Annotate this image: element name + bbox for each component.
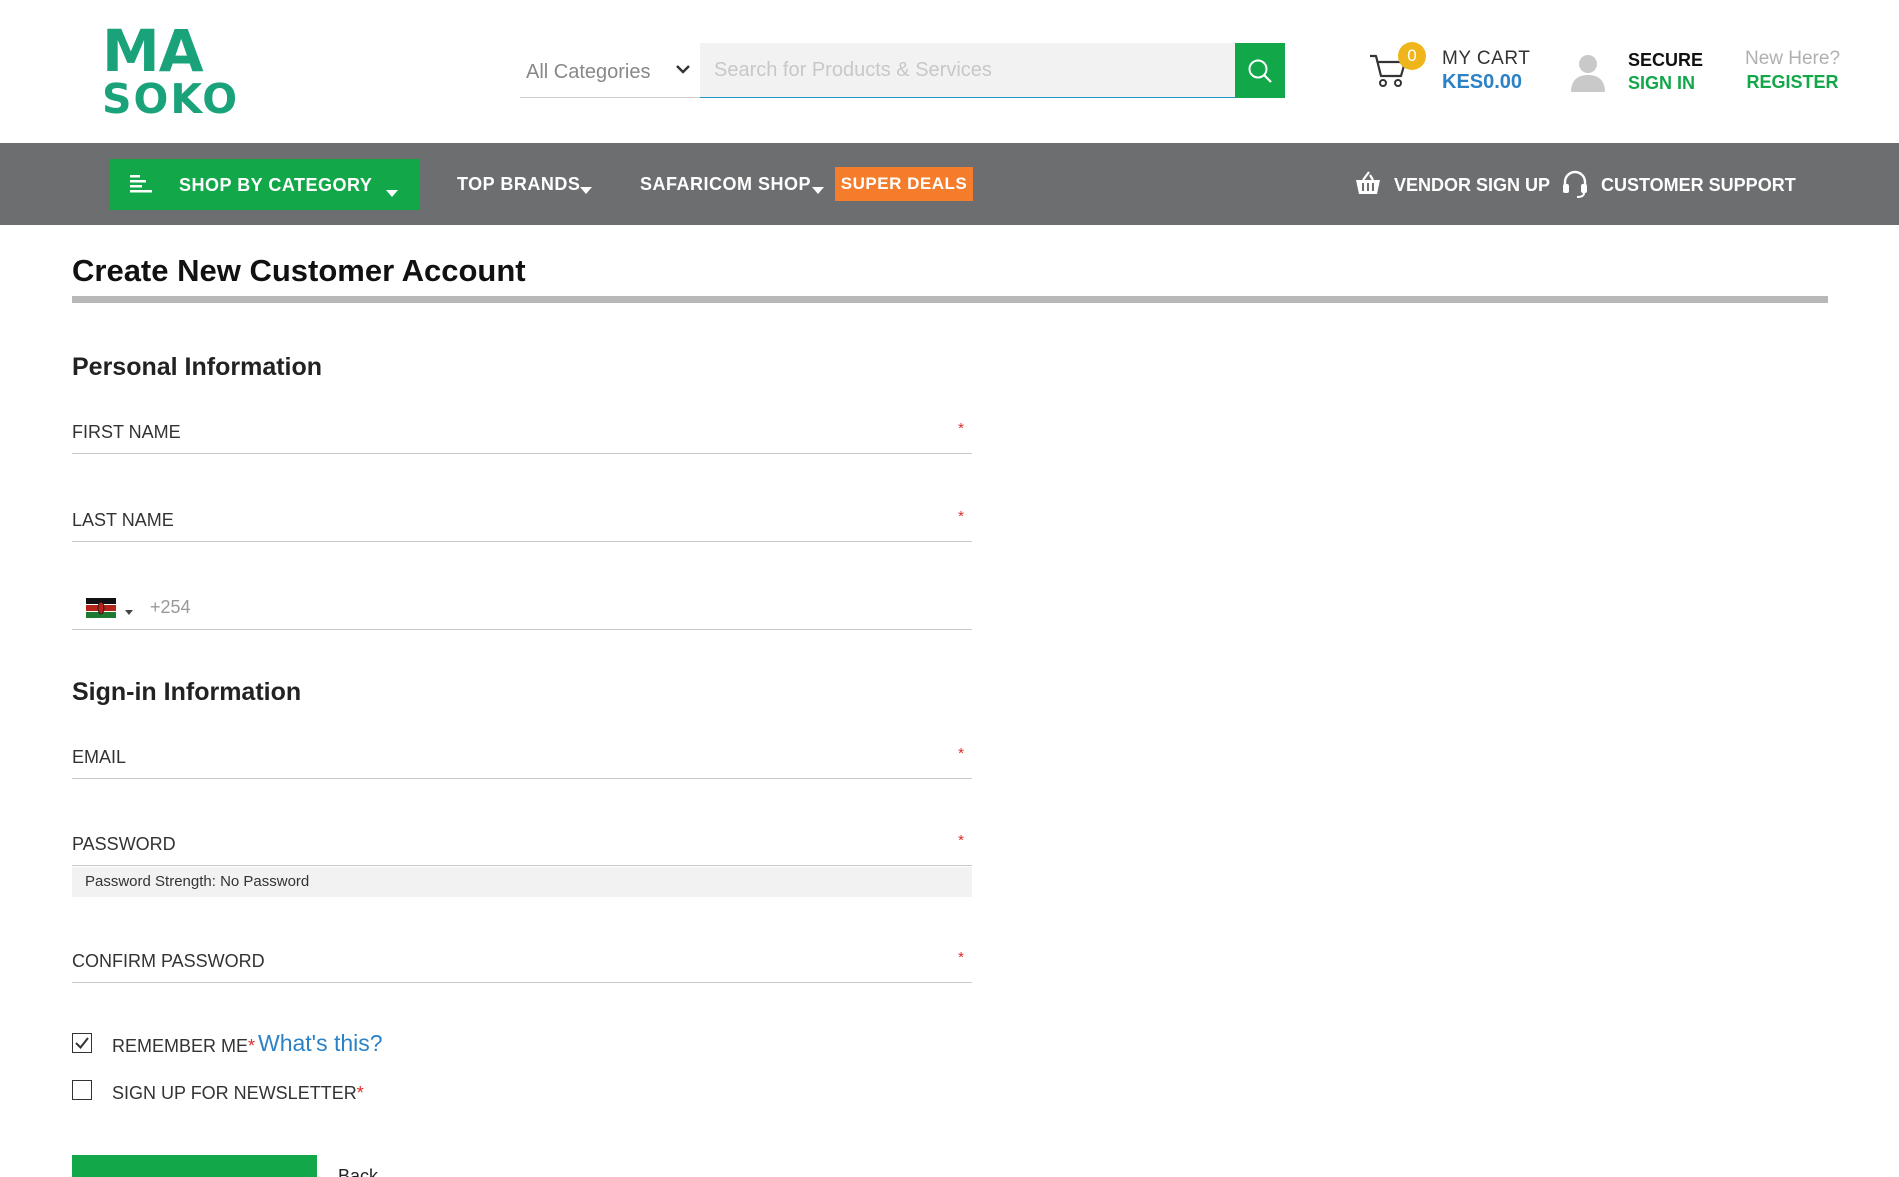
first-name-label: FIRST NAME: [72, 422, 181, 442]
new-here-label: New Here?: [1744, 48, 1841, 69]
back-link[interactable]: Back: [338, 1166, 378, 1177]
headset-icon: [1562, 170, 1588, 203]
vendor-signup-label: VENDOR SIGN UP: [1394, 175, 1551, 195]
required-marker: *: [958, 420, 964, 437]
required-marker: *: [958, 949, 964, 966]
search-input[interactable]: [700, 43, 1235, 98]
category-select[interactable]: All Categories: [520, 43, 700, 98]
secure-label: SECURE: [1628, 50, 1704, 70]
title-divider: [72, 296, 1828, 303]
remember-me-checkbox-row[interactable]: REMEMBER ME*: [72, 1031, 272, 1061]
shop-by-category-label: SHOP BY CATEGORY: [179, 175, 373, 195]
last-name-label: LAST NAME: [72, 510, 174, 530]
phone-field[interactable]: +254: [72, 585, 972, 630]
basket-icon: [1355, 170, 1381, 201]
search-button[interactable]: [1235, 43, 1285, 98]
phone-country-code: +254: [150, 597, 191, 617]
chevron-down-icon[interactable]: [125, 602, 133, 620]
required-marker: *: [958, 832, 964, 849]
cart-count-badge: 0: [1398, 42, 1426, 70]
password-label: PASSWORD: [72, 834, 176, 854]
confirm-password-label: CONFIRM PASSWORD: [72, 951, 265, 971]
logo-text-bottom: SOKO: [102, 75, 240, 123]
email-label: EMAIL: [72, 747, 127, 767]
password-field[interactable]: PASSWORD *: [72, 818, 972, 866]
sign-in-link[interactable]: SECURE SIGN IN: [1570, 48, 1704, 103]
required-marker: *: [958, 508, 964, 525]
customer-support-label: CUSTOMER SUPPORT: [1601, 175, 1796, 195]
email-field[interactable]: EMAIL *: [72, 731, 972, 779]
masoko-logo[interactable]: MA SOKO: [100, 17, 237, 120]
mini-cart[interactable]: 0 MY CART KES0.00: [1368, 42, 1531, 102]
chevron-down-icon: [386, 181, 398, 202]
logo-text-top: MA: [102, 17, 204, 85]
menu-icon: [130, 175, 154, 198]
cart-label: MY CART: [1442, 48, 1531, 69]
whats-this-link[interactable]: What's this?: [258, 1030, 383, 1057]
site-header: MA SOKO All Categories 0 MY CART KES0.00…: [0, 0, 1899, 143]
personal-information-heading: Personal Information: [72, 353, 323, 381]
chevron-down-icon[interactable]: [812, 181, 824, 199]
search-icon: [1248, 59, 1272, 83]
confirm-password-field[interactable]: CONFIRM PASSWORD *: [72, 935, 972, 983]
chevron-down-icon: [676, 61, 690, 79]
nav-safaricom-shop[interactable]: SAFARICOM SHOP: [640, 174, 811, 195]
chevron-down-icon[interactable]: [580, 181, 592, 199]
newsletter-label: SIGN UP FOR NEWSLETTER*: [112, 1083, 364, 1103]
newsletter-checkbox[interactable]: [72, 1080, 92, 1100]
create-account-button[interactable]: [72, 1155, 317, 1177]
required-marker: *: [958, 745, 964, 762]
user-icon: [1570, 52, 1606, 97]
page-title: Create New Customer Account: [72, 253, 526, 288]
sign-in-information-heading: Sign-in Information: [72, 678, 302, 706]
category-select-value: All Categories: [526, 61, 651, 83]
shop-by-category-button[interactable]: SHOP BY CATEGORY: [110, 159, 420, 210]
cart-amount: KES0.00: [1442, 71, 1523, 93]
checkbox-checked-icon: [75, 1037, 89, 1050]
password-strength-meter: Password Strength: No Password: [72, 867, 972, 897]
kenya-flag-icon[interactable]: [86, 598, 116, 618]
sign-in-label: SIGN IN: [1628, 73, 1696, 93]
register-label: REGISTER: [1746, 72, 1839, 92]
nav-top-brands[interactable]: TOP BRANDS: [457, 174, 580, 195]
first-name-field[interactable]: FIRST NAME *: [72, 406, 972, 454]
remember-me-checkbox[interactable]: [72, 1033, 92, 1053]
remember-me-label: REMEMBER ME*: [112, 1036, 256, 1056]
newsletter-checkbox-row[interactable]: SIGN UP FOR NEWSLETTER*: [72, 1078, 372, 1108]
nav-super-deals[interactable]: SUPER DEALS: [835, 167, 973, 201]
last-name-field[interactable]: LAST NAME *: [72, 494, 972, 542]
main-nav: SHOP BY CATEGORY TOP BRANDS SAFARICOM SH…: [0, 143, 1899, 225]
register-link[interactable]: New Here? REGISTER: [1730, 48, 1855, 103]
search-bar: All Categories: [520, 43, 1285, 98]
